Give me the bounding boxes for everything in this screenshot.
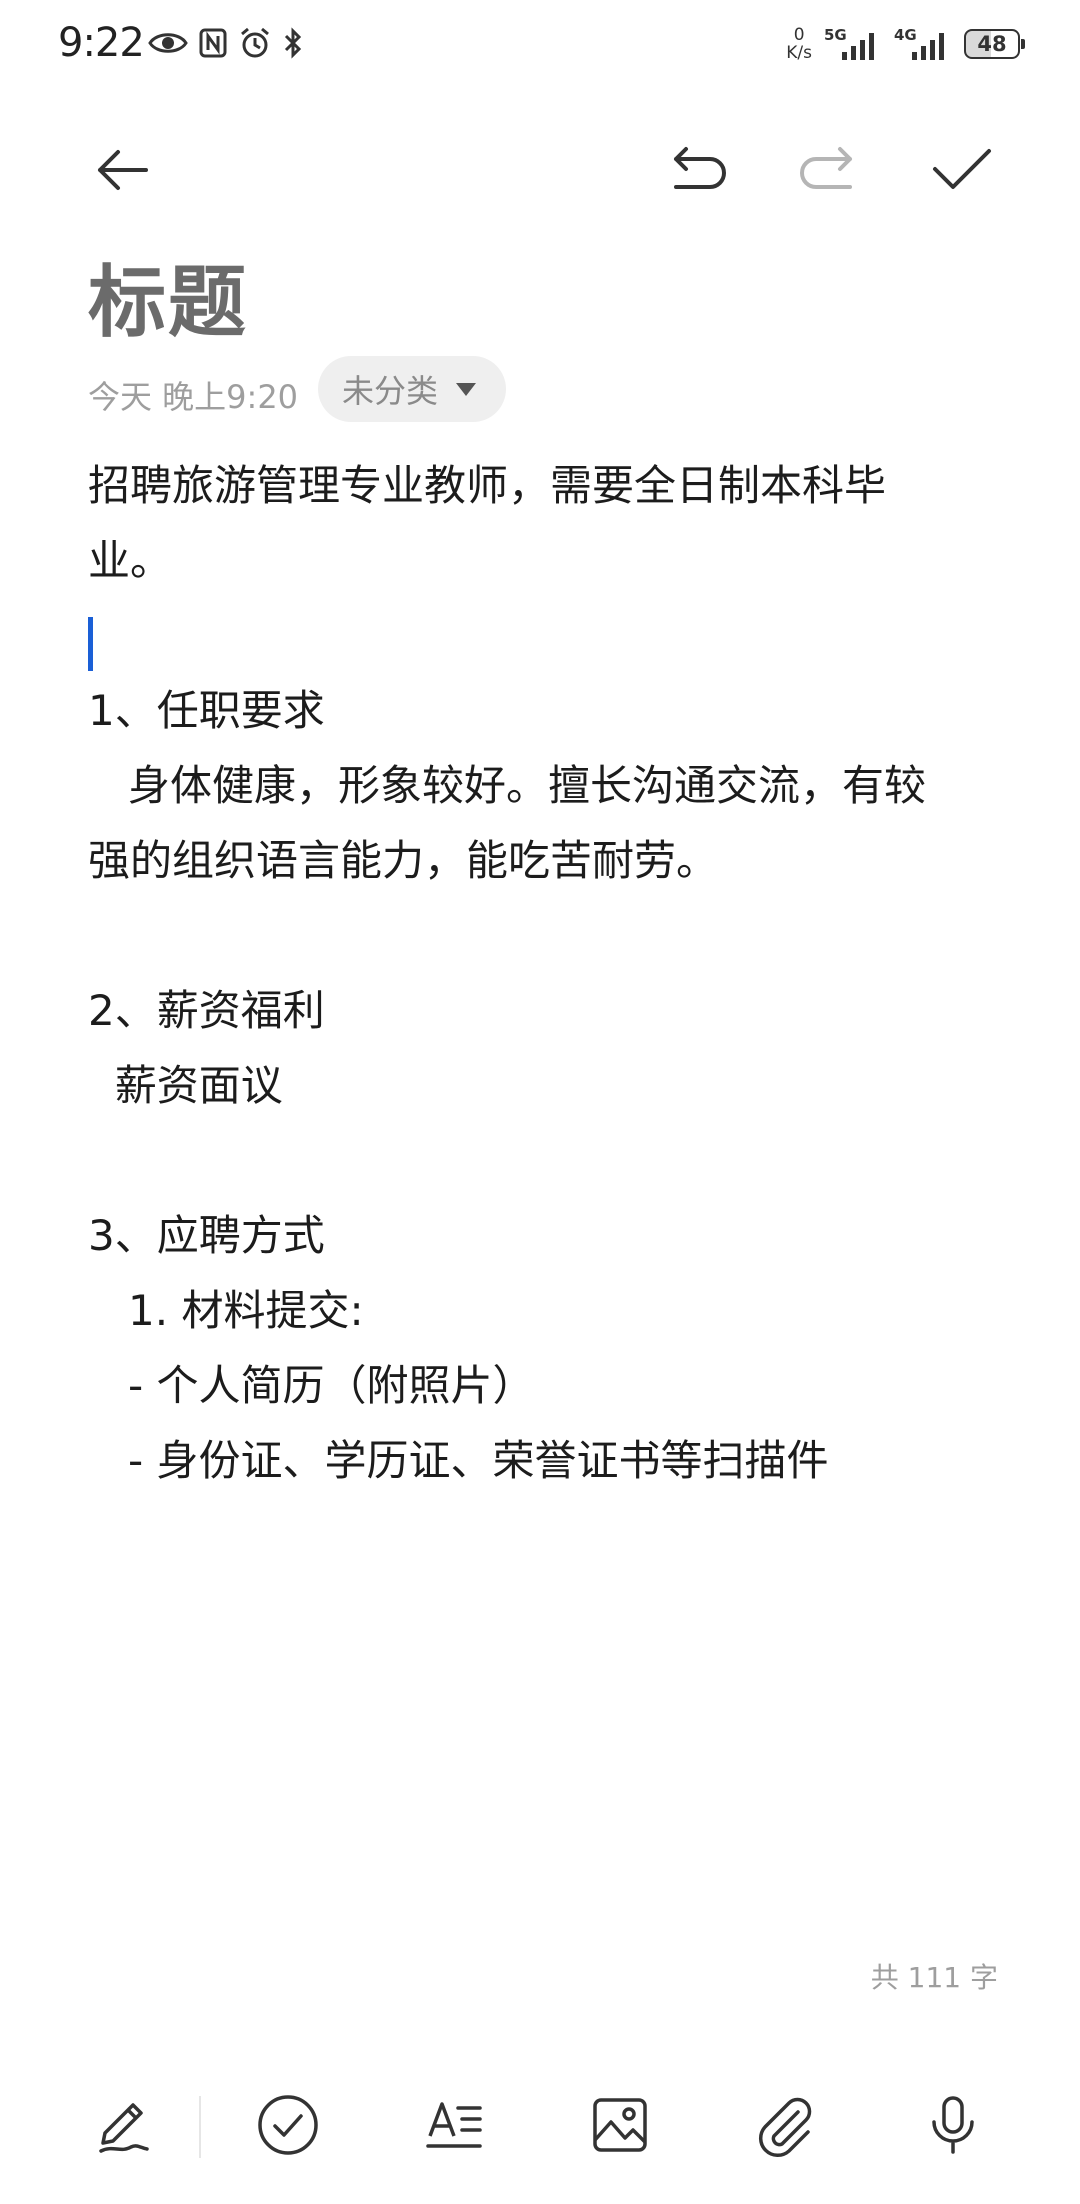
battery-level: 48 [977,32,1007,56]
network-speed: 0 K/s [786,26,812,62]
undo-icon [674,147,726,189]
undo-button[interactable] [658,130,738,210]
body-line: - 个人简历（附照片） [88,1361,535,1410]
editor-toolbar [0,120,1080,220]
text-format-icon [426,2102,482,2148]
note-date: 今天 晚上9:20 [88,378,299,416]
body-line: 身体健康，形象较好。擅长沟通交流，有较 [88,761,927,810]
body-line: 2、薪资福利 [88,986,325,1035]
redo-icon [800,147,852,189]
handwriting-button[interactable] [78,2080,168,2170]
body-line [88,898,1008,973]
redo-button[interactable] [788,130,868,210]
body-line: - 身份证、学历证、荣誉证书等扫描件 [88,1436,829,1485]
eye-icon [148,33,188,53]
body-line: 1、任职要求 [88,686,325,735]
body-line-cursor [88,598,1008,673]
signal-4g-icon: 4G [894,24,952,64]
handwriting-pen-icon [99,2103,149,2153]
category-label: 未分类 [342,372,439,410]
bluetooth-icon [284,27,302,59]
checklist-button[interactable] [243,2080,333,2170]
text-format-button[interactable] [410,2080,500,2170]
attachment-icon [759,2097,812,2157]
bottom-toolbar [0,2070,1080,2180]
signal-5g-icon: 5G [824,24,882,64]
insert-image-button[interactable] [575,2080,665,2170]
microphone-icon [932,2096,974,2154]
battery-icon: 48 [964,29,1025,59]
category-dropdown[interactable]: 未分类 [318,356,507,422]
note-body-editor[interactable]: 招聘旅游管理专业教师，需要全日制本科毕 业。 1、任职要求 身体健康，形象较好。… [88,448,1008,1498]
network-speed-unit: K/s [786,43,812,63]
status-system-icons: 0 K/s 5G 4G 48 [786,24,1025,64]
body-line [88,1123,1008,1198]
network-speed-value: 0 [793,25,805,45]
attachment-button[interactable] [740,2080,830,2170]
arrow-left-icon [98,150,148,190]
checkmark-icon [933,149,991,189]
status-time: 9:22 [58,20,145,66]
voice-input-button[interactable] [908,2080,998,2170]
body-line: 1. 材料提交: [88,1286,364,1335]
status-notification-icons [148,26,304,60]
done-button[interactable] [922,130,1002,210]
body-line: 薪资面议 [88,1061,283,1110]
toolbar-divider [199,2096,201,2158]
alarm-icon [241,27,269,58]
image-icon [593,2098,647,2152]
word-count: 共 111 字 [870,1961,998,1994]
text-cursor [88,616,93,671]
body-line: 强的组织语言能力，能吃苦耐劳。 [88,836,719,885]
body-line: 3、应聘方式 [88,1211,325,1260]
body-line: 业。 [88,536,173,585]
status-bar: 9:22 0 K/s 5G 4G 48 [0,0,1080,90]
caret-down-icon [456,382,477,396]
checklist-icon [258,2095,318,2155]
note-title[interactable]: 标题 [88,240,248,352]
nfc-icon [199,28,227,58]
back-button[interactable] [82,130,162,210]
body-line: 招聘旅游管理专业教师，需要全日制本科毕 [88,461,887,510]
